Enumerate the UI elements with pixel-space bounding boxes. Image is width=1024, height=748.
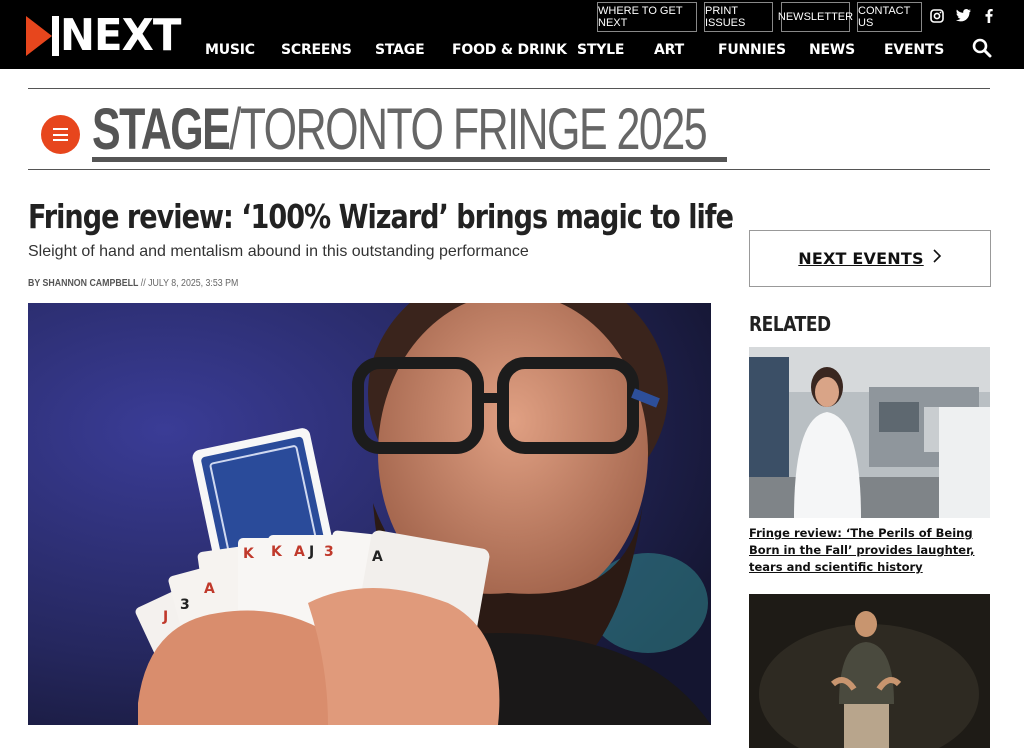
svg-text:A: A [204,581,215,597]
nav-events[interactable]: EVENTS [884,42,944,58]
nav-screens[interactable]: SCREENS [281,42,352,58]
author-link[interactable]: SHANNON CAMPBELL [43,278,139,289]
utility-link-label: CONTACT US [858,5,911,29]
utility-link-contact-us[interactable]: CONTACT US [857,2,922,32]
related-image-1[interactable] [749,347,990,518]
section-bottom-rule [28,169,990,170]
nav-stage[interactable]: STAGE [375,42,425,58]
twitter-icon[interactable] [955,9,971,25]
chevron-right-icon [932,248,942,269]
utility-link-print-issues[interactable]: PRINT ISSUES [704,2,773,32]
nav-style[interactable]: STYLE [577,42,624,58]
utility-link-where-to-get-next[interactable]: WHERE TO GET NEXT [597,2,697,32]
search-icon[interactable] [972,38,994,60]
facebook-icon[interactable] [981,9,997,25]
next-events-button[interactable]: NEXT EVENTS [749,230,991,287]
site-logo[interactable]: NEXT [26,14,187,58]
svg-text:K: K [271,544,283,560]
article-subhead: Sleight of hand and mentalism abound in … [28,243,529,260]
section-link-fringe[interactable]: /TORONTO FRINGE 2025 [229,97,707,162]
article-byline: BY SHANNON CAMPBELL // JULY 8, 2025, 3:5… [28,278,238,289]
instagram-icon[interactable] [929,9,945,25]
utility-link-label: PRINT ISSUES [705,5,746,29]
nav-art[interactable]: ART [654,42,684,58]
utility-link-label: NEWSLETTER [777,11,854,23]
svg-text:3: 3 [324,544,334,560]
svg-text:3: 3 [180,597,190,613]
nav-music[interactable]: MUSIC [205,42,255,58]
hamburger-menu-icon[interactable] [41,115,80,154]
byline-date: // JULY 8, 2025, 3:53 PM [138,278,239,289]
hero-image: J 3 A K K A J 3 A [28,303,711,725]
article-headline: Fringe review: ‘100% Wizard’ brings magi… [28,197,734,236]
section-top-rule [28,88,990,89]
svg-text:J: J [308,544,314,560]
svg-text:K: K [243,546,255,562]
svg-text:J: J [162,609,168,625]
section-breadcrumb: STAGE/TORONTO FRINGE 2025 [92,97,708,162]
section-underline [92,157,727,162]
play-arrow-icon [26,16,59,56]
nav-news[interactable]: NEWS [809,42,855,58]
logo-text: NEXT [60,10,181,61]
utility-link-label: WHERE TO GET NEXT [598,5,683,29]
related-heading: RELATED [749,312,831,336]
next-events-label: NEXT EVENTS [798,249,924,268]
section-link-stage[interactable]: STAGE [92,97,231,162]
related-image-2[interactable] [749,594,990,748]
magician-photo: J 3 A K K A J 3 A [28,303,711,725]
svg-text:A: A [372,549,383,565]
svg-text:A: A [294,544,305,560]
top-bar: NEXT WHERE TO GET NEXT PRINT ISSUES NEWS… [0,0,1024,69]
nav-funnies[interactable]: FUNNIES [718,42,786,58]
byline-prefix: BY [28,278,43,289]
nav-food-drink[interactable]: FOOD & DRINK [452,42,567,58]
utility-link-newsletter[interactable]: NEWSLETTER [777,2,854,32]
related-link-1[interactable]: Fringe review: ‘The Perils of Being Born… [749,525,994,576]
